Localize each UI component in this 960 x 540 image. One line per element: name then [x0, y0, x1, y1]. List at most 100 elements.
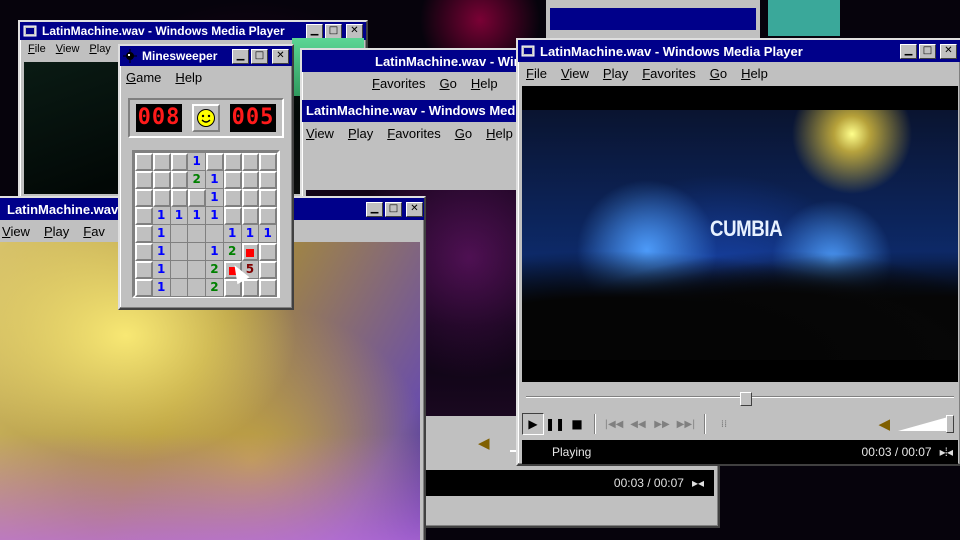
mine-cell[interactable]: 1 [241, 225, 260, 243]
mine-cell[interactable] [188, 279, 206, 297]
mine-cell[interactable]: 1 [206, 207, 224, 225]
menu-play[interactable]: Play [89, 43, 110, 55]
menu-go[interactable]: Go [710, 66, 727, 81]
menu-favorites[interactable]: Fav [83, 224, 105, 239]
mine-cell[interactable]: 1 [152, 261, 171, 279]
mine-cell[interactable] [259, 261, 277, 279]
mine-cell[interactable]: 1 [152, 225, 171, 243]
mine-cell[interactable] [135, 207, 153, 225]
mine-cell[interactable] [135, 189, 153, 207]
minimize-button[interactable]: ▁ [900, 43, 917, 59]
mine-cell[interactable]: 1 [152, 243, 171, 261]
menu-favorites[interactable]: Favorites [372, 76, 425, 91]
menu-file[interactable]: File [526, 66, 547, 81]
mine-cell[interactable] [170, 261, 189, 279]
mine-cell[interactable] [206, 153, 224, 171]
close-button[interactable]: ✕ [346, 23, 363, 39]
mine-cell[interactable]: 2 [206, 261, 224, 279]
mine-cell[interactable] [152, 171, 171, 189]
rewind-button[interactable]: ◀◀ [626, 413, 650, 435]
mine-cell[interactable] [188, 243, 206, 261]
mine-cell[interactable]: 1 [188, 207, 206, 225]
mine-cell[interactable] [241, 153, 260, 171]
menu-view[interactable]: View [2, 224, 30, 239]
mine-cell[interactable]: 1 [206, 243, 224, 261]
mine-cell[interactable] [170, 153, 189, 171]
speaker-icon[interactable]: ◀ [878, 415, 890, 433]
mine-cell[interactable] [170, 189, 189, 207]
menu-go[interactable]: Go [439, 76, 456, 91]
mine-cell[interactable]: 2 [206, 279, 224, 297]
menu-favorites[interactable]: Favorites [642, 66, 695, 81]
menu-help[interactable]: Help [471, 76, 498, 91]
mine-cell[interactable] [152, 189, 171, 207]
maximize-button[interactable]: □ [385, 202, 402, 217]
menu-help[interactable]: Help [486, 126, 513, 141]
menu-play[interactable]: Play [603, 66, 628, 81]
mine-cell[interactable] [135, 279, 153, 297]
mine-cell[interactable] [188, 261, 206, 279]
mine-cell[interactable] [241, 243, 260, 261]
mine-cell[interactable] [135, 261, 153, 279]
minimize-button[interactable]: ▁ [306, 23, 323, 39]
volume-slider[interactable] [898, 415, 954, 433]
mine-cell[interactable] [170, 225, 189, 243]
menu-view[interactable]: View [306, 126, 334, 141]
maximize-button[interactable]: □ [919, 43, 936, 59]
mine-cell[interactable] [259, 189, 277, 207]
skip-back-button[interactable]: |◀◀ [602, 413, 626, 435]
mine-cell[interactable] [188, 225, 206, 243]
mine-cell[interactable]: 2 [188, 171, 206, 189]
skip-forward-button[interactable]: ▶▶| [674, 413, 698, 435]
stop-button[interactable]: ■ [566, 413, 588, 435]
mine-cell[interactable] [223, 171, 242, 189]
mine-cell[interactable] [259, 279, 277, 297]
mine-cell[interactable] [135, 225, 153, 243]
mine-cell[interactable] [170, 243, 189, 261]
maximize-button[interactable]: □ [251, 48, 268, 64]
mine-cell[interactable] [135, 171, 153, 189]
close-button[interactable]: ✕ [940, 43, 957, 59]
menu-file[interactable]: File [28, 43, 46, 55]
mine-cell[interactable]: 1 [188, 153, 206, 171]
fast-forward-button[interactable]: ▶▶ [650, 413, 674, 435]
menu-view[interactable]: View [56, 43, 80, 55]
mine-cell[interactable] [135, 153, 153, 171]
mine-cell[interactable]: 1 [152, 279, 171, 297]
mine-cell[interactable] [223, 153, 242, 171]
mine-cell[interactable]: 1 [223, 225, 242, 243]
mine-cell[interactable] [170, 279, 189, 297]
mine-cell[interactable] [152, 153, 171, 171]
mine-cell[interactable] [259, 153, 277, 171]
minimize-button[interactable]: ▁ [366, 202, 383, 217]
mine-cell[interactable] [241, 189, 260, 207]
mine-cell[interactable] [259, 171, 277, 189]
titlebar[interactable]: Minesweeper ▁ □ ✕ [120, 46, 292, 66]
mine-cell[interactable] [241, 171, 260, 189]
mine-cell[interactable] [170, 171, 189, 189]
mine-cell[interactable] [206, 225, 224, 243]
close-button[interactable]: ✕ [406, 202, 423, 217]
seek-bar[interactable] [526, 392, 954, 406]
titlebar[interactable]: LatinMachine.wav - Windows Media Player … [518, 40, 960, 62]
close-button[interactable]: ✕ [272, 48, 289, 64]
mine-cell[interactable] [241, 207, 260, 225]
smiley-face-button[interactable] [192, 104, 220, 132]
mine-cell[interactable] [259, 243, 277, 261]
mine-cell[interactable] [241, 279, 260, 297]
menu-play[interactable]: Play [44, 224, 69, 239]
mine-cell[interactable]: 1 [206, 171, 224, 189]
mine-cell[interactable]: 1 [206, 189, 224, 207]
mine-cell[interactable]: 1 [170, 207, 189, 225]
pause-button[interactable]: ❚❚ [544, 413, 566, 435]
mine-cell[interactable]: 2 [223, 243, 242, 261]
menu-play[interactable]: Play [348, 126, 373, 141]
mine-cell[interactable] [188, 189, 206, 207]
menu-game[interactable]: Game [126, 70, 161, 85]
menu-help[interactable]: Help [741, 66, 768, 81]
menu-favorites[interactable]: Favorites [387, 126, 440, 141]
menu-view[interactable]: View [561, 66, 589, 81]
minimize-button[interactable]: ▁ [232, 48, 249, 64]
menu-help[interactable]: Help [175, 70, 202, 85]
play-button[interactable]: ▶ [522, 413, 544, 435]
